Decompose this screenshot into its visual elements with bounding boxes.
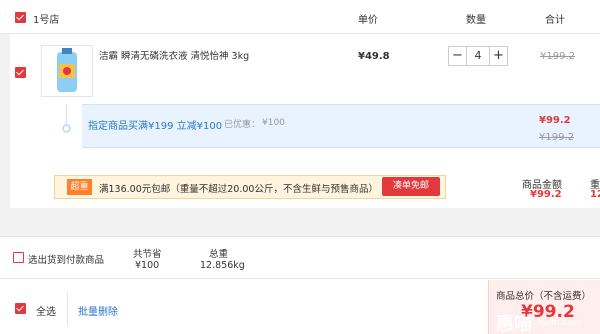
add-on-free-shipping-button[interactable]: 凑单免邮 <box>382 177 440 196</box>
promo-final-price: ¥99.2 <box>539 115 571 126</box>
store-weight-value: 12 <box>590 189 600 200</box>
select-all-label[interactable]: 全选 <box>36 303 56 318</box>
cod-select-checkbox[interactable] <box>13 252 24 263</box>
promo-rule-link[interactable]: 指定商品买满¥199 立减¥100 <box>88 117 222 132</box>
detergent-bottle-image <box>57 48 77 92</box>
promo-saved-value: ¥100 <box>262 118 285 128</box>
qty-plus-button[interactable]: + <box>489 47 507 65</box>
store-name[interactable]: 1号店 <box>33 11 59 26</box>
promo-original-price: ¥199.2 <box>539 132 574 143</box>
col-qty-header: 数量 <box>466 15 486 26</box>
saved-label: 共节省 <box>133 249 162 260</box>
item-title[interactable]: 洁霸 瞬清无磷洗衣液 清悦怡神 3kg <box>99 48 339 62</box>
qty-input[interactable]: 4 <box>467 47 489 65</box>
shipping-text: 满136.00元包邮（重量不超过20.00公斤，不含生鲜与预售商品） <box>99 184 378 195</box>
item-subtotal-strike: ¥199.2 <box>540 51 575 62</box>
qty-minus-button[interactable]: − <box>449 47 467 65</box>
col-price-header: 单价 <box>358 15 378 26</box>
store-amount-value: ¥99.2 <box>530 189 562 200</box>
watermark-logo: 惠喵 <box>496 314 532 334</box>
col-total-header: 合计 <box>545 15 565 26</box>
product-thumbnail[interactable] <box>41 45 93 97</box>
item-checkbox[interactable] <box>15 67 26 78</box>
promo-dot-icon <box>62 124 71 133</box>
total-weight-value: 12.856kg <box>200 260 245 271</box>
select-all-checkbox[interactable] <box>15 303 26 314</box>
cart-header <box>0 0 600 34</box>
total-label: 商品总价（不含运费） <box>496 291 592 302</box>
store-checkbox[interactable] <box>15 12 26 23</box>
cod-select-label[interactable]: 选出货到付款商品 <box>28 252 104 266</box>
watermark-url: huim.com <box>537 318 582 328</box>
overweight-badge: 超重 <box>67 179 92 195</box>
promo-saved-label: 已优惠： <box>224 120 261 130</box>
quantity-stepper: − 4 + <box>448 46 508 66</box>
bar-divider <box>67 292 68 326</box>
total-weight-label: 总重 <box>209 249 229 260</box>
batch-delete-link[interactable]: 批量删除 <box>78 303 118 318</box>
item-price: ¥49.8 <box>358 51 390 62</box>
saved-value: ¥100 <box>135 260 160 271</box>
